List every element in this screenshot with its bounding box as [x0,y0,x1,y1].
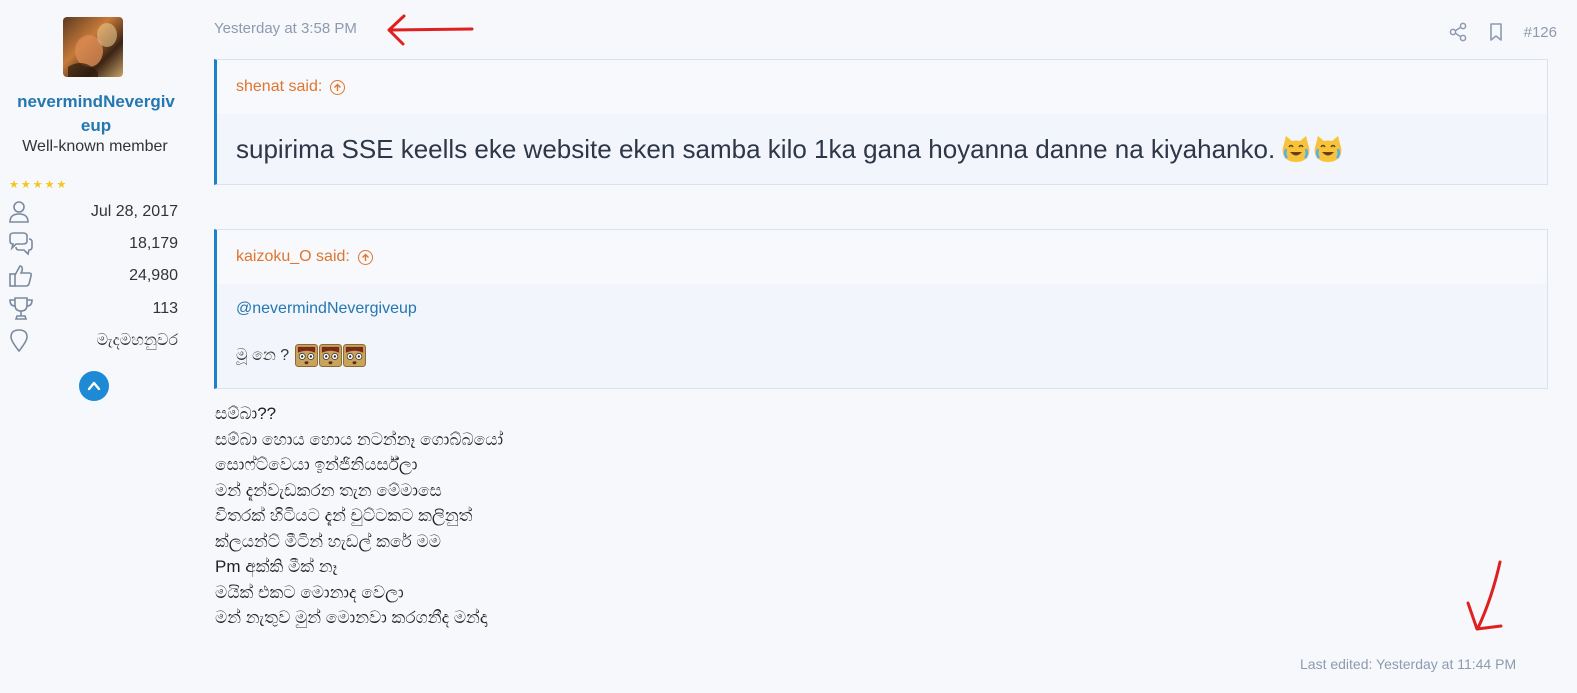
chevron-up-icon [87,381,101,391]
post-line: සම්බා?? [215,404,277,423]
post-actions: #126 [1448,20,1557,44]
post-line: සොෆ්ට්වෙයා ඉන්ජිනියර්ස්ලා [215,455,418,474]
username[interactable]: nevermindNevergiv eup [8,90,184,138]
scroll-top-button[interactable] [79,371,109,401]
shocked-face-icon [295,344,319,367]
trophy-icon [9,297,33,320]
post-body: සම්බා?? සම්බා හොය හොය නටන්නෑ ගොබ්බයෝ සොෆ… [215,401,503,631]
location-pin-icon [10,329,28,353]
quote-block: shenat said: supirima SSE keells eke web… [214,59,1548,185]
crying-laughing-cat-icon [1282,136,1310,162]
stat-trophies: 113 [8,296,178,322]
post-date[interactable]: Yesterday at 3:58 PM [214,20,357,37]
last-edited: Last edited: Yesterday at 11:44 PM [1300,656,1517,672]
post-line: මන් නැතුව මුන් මොනවා කරගනීද මන්දා [215,608,488,627]
quote-text: @nevermindNevergiveup මූ නෙ ? [217,284,1547,367]
thumbs-up-icon [9,265,33,287]
shocked-face-icon [343,344,367,367]
user-mention-link[interactable]: @nevermindNevergiveup [236,300,1547,318]
arrow-up-circle-icon[interactable] [330,79,346,95]
messages-icon [9,232,33,256]
stat-messages: 18,179 [8,231,178,257]
user-title: Well-known member [22,138,168,155]
avatar[interactable] [63,17,123,77]
quote-text: supirima SSE keells eke website eken sam… [217,114,1547,184]
post-number-link[interactable]: #126 [1524,24,1557,41]
shocked-face-icon [319,344,343,367]
post-line: ක්ලයන්ට් මීටින් හැඩල් කරේ මම [215,531,441,551]
share-icon[interactable] [1448,22,1468,42]
post-line: මන් දැන්වැඩකරන තැන මේමාසෙ [215,480,442,500]
user-icon [9,201,29,223]
post-line: මයික් එකට මොනාද වෙලා [215,582,404,602]
quote-author-link[interactable]: shenat said: [217,60,1547,114]
annotation-arrow-down [1466,560,1503,631]
stat-location: මැදමහනුවර [8,328,178,354]
user-sidebar: nevermindNevergiv eup Well-known member … [0,0,190,693]
stat-joined: Jul 28, 2017 [8,199,178,225]
crying-laughing-cat-icon [1314,136,1342,162]
arrow-up-circle-icon[interactable] [357,249,373,265]
post-line: Pm අක්කි මීක් නෑ [215,557,338,576]
stat-reactions: 24,980 [8,263,178,289]
annotation-arrow-left [387,14,474,46]
post-line: විතරක් හිටියට දැන් චුට්ටකට කලිනුත් [215,506,473,525]
post-line: සම්බා හොය හොය නටන්නෑ ගොබ්බයෝ [215,429,504,449]
rating-stars: ★★★★★ [9,179,69,191]
bookmark-icon[interactable] [1486,22,1506,42]
quote-author-link[interactable]: kaizoku_O said: [217,230,1547,284]
quote-block: kaizoku_O said: @nevermindNevergiveup මූ… [214,229,1548,389]
